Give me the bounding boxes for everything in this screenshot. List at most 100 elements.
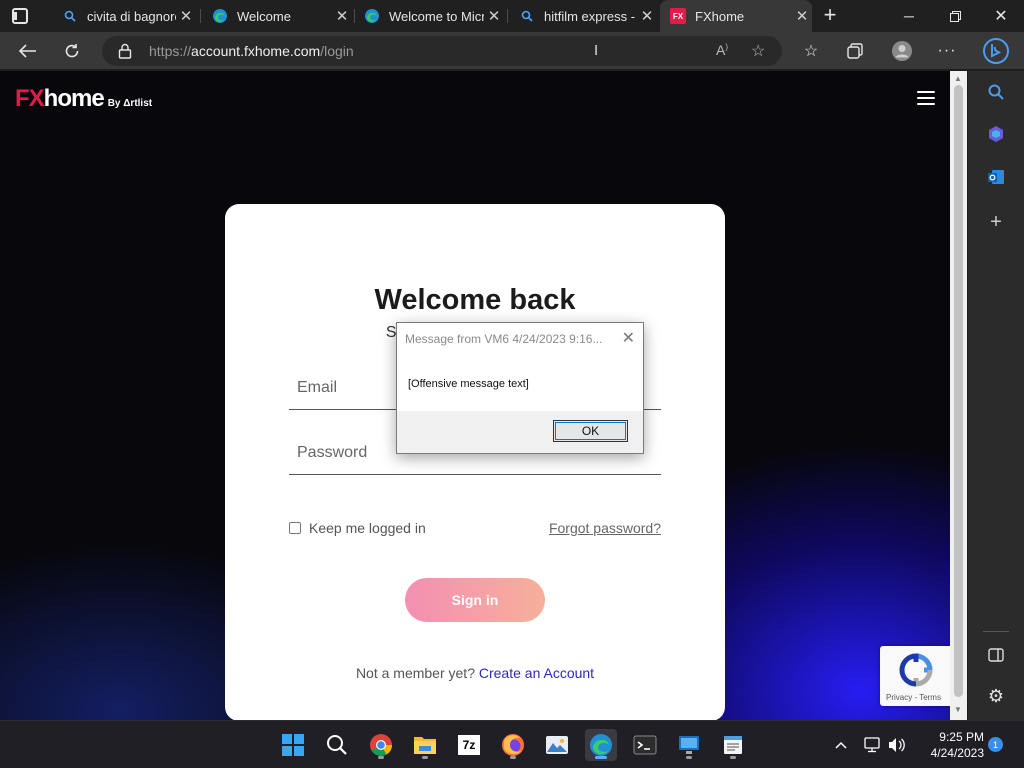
firefox-icon[interactable] — [497, 729, 529, 761]
edge-icon — [364, 8, 380, 24]
close-tab-icon[interactable]: ✕ — [332, 7, 352, 25]
notification-badge[interactable]: 1 — [988, 737, 1003, 752]
minimize-button[interactable]: ─ — [886, 0, 932, 32]
tab-civita[interactable]: civita di bagnoregio ✕ — [52, 0, 196, 32]
more-menu-icon[interactable]: ··· — [931, 32, 963, 70]
sidebar-divider — [983, 631, 1009, 632]
windows-taskbar: 7z 9:25 PM 4/24/2023 1 — [0, 720, 1024, 768]
close-tab-icon[interactable]: ✕ — [484, 7, 504, 25]
refresh-button[interactable] — [56, 32, 88, 70]
search-icon — [519, 8, 535, 24]
tab-fxhome[interactable]: FX FXhome ✕ — [660, 0, 812, 32]
scroll-up-icon[interactable]: ▲ — [954, 74, 962, 83]
start-button[interactable] — [277, 729, 309, 761]
url-domain: account.fxhome.com — [191, 43, 321, 59]
taskbar-search-icon[interactable] — [321, 729, 353, 761]
ok-button[interactable]: OK — [553, 420, 628, 442]
outlook-icon[interactable] — [985, 166, 1007, 188]
bing-chat-icon[interactable] — [980, 32, 1012, 70]
tab-title: Welcome to Microsoft Edge — [389, 8, 484, 24]
email-placeholder: Email — [297, 379, 338, 396]
login-card: Welcome back Si Email Password Keep me l… — [225, 204, 725, 720]
browser-toolbar: https://account.fxhome.com/login I A) ☆ … — [0, 32, 1024, 70]
tab-title: FXhome — [695, 8, 745, 24]
restore-button[interactable] — [932, 0, 978, 32]
lock-icon[interactable] — [118, 43, 132, 64]
search-icon — [62, 8, 78, 24]
file-explorer-icon[interactable] — [409, 729, 441, 761]
read-aloud-icon[interactable]: A) — [716, 42, 728, 58]
page-title: Welcome back — [374, 284, 576, 316]
close-icon[interactable]: ✕ — [622, 328, 635, 348]
shopping-icon[interactable] — [985, 123, 1007, 145]
scroll-down-icon[interactable]: ▼ — [954, 705, 962, 714]
tab-title: Welcome — [237, 8, 291, 24]
new-tab-button[interactable]: + — [818, 4, 842, 28]
sign-in-button[interactable]: Sign in — [405, 578, 545, 622]
signup-prompt: Not a member yet? Create an Account — [225, 665, 725, 681]
password-placeholder: Password — [297, 444, 368, 461]
fxhome-icon: FX — [670, 8, 686, 24]
remote-desktop-icon[interactable] — [673, 729, 705, 761]
url-text: https://account.fxhome.com/login — [149, 43, 354, 59]
dialog-title: Message from VM6 4/24/2023 9:16... — [405, 332, 603, 346]
edge-sidebar: + ⚙ — [967, 71, 1024, 720]
tab-welcome[interactable]: Welcome ✕ — [202, 0, 352, 32]
chevron-up-icon[interactable] — [831, 735, 851, 755]
7zip-icon[interactable]: 7z — [453, 729, 485, 761]
recaptcha-icon — [899, 653, 933, 687]
terminal-icon[interactable] — [629, 729, 661, 761]
edge-icon — [212, 8, 228, 24]
volume-icon[interactable] — [887, 735, 907, 755]
profile-avatar[interactable] — [886, 32, 918, 70]
text-cursor-icon: I — [594, 42, 599, 59]
keep-logged-in-checkbox[interactable] — [289, 522, 301, 534]
split-screen-icon[interactable] — [985, 644, 1007, 666]
tab-hitfilm[interactable]: hitfilm express - ✕ — [509, 0, 657, 32]
logo-home: home — [43, 85, 105, 112]
notepad-icon[interactable] — [717, 729, 749, 761]
tab-welcome-edge[interactable]: Welcome to Microsoft Edge ✕ — [354, 0, 504, 32]
tab-title: civita di bagnoregio — [87, 8, 176, 24]
close-tab-icon[interactable]: ✕ — [176, 7, 196, 25]
settings-icon[interactable]: ⚙ — [985, 685, 1007, 707]
tab-strip: civita di bagnoregio ✕ Welcome ✕ Welcome… — [0, 0, 1024, 32]
fxhome-logo[interactable]: FX home By Δrtlist — [15, 85, 152, 113]
tab-actions-icon[interactable] — [12, 8, 28, 24]
favorite-add-icon[interactable]: ☆ — [751, 41, 765, 61]
logo-fx: FX — [15, 85, 45, 112]
chrome-icon[interactable] — [365, 729, 397, 761]
scrollbar-thumb[interactable] — [954, 85, 963, 697]
menu-icon[interactable] — [917, 91, 935, 105]
edge-taskbar-icon[interactable] — [585, 729, 617, 761]
forgot-password-link[interactable]: Forgot password? — [549, 520, 661, 536]
clock-time: 9:25 PM — [939, 730, 984, 744]
collections-icon[interactable] — [839, 32, 871, 70]
dialog-message: [Offensive message text] — [408, 378, 529, 390]
recaptcha-links[interactable]: Privacy - Terms — [886, 693, 941, 702]
close-window-button[interactable]: ✕ — [978, 0, 1024, 32]
create-account-link[interactable]: Create an Account — [479, 665, 594, 681]
system-clock[interactable]: 9:25 PM 4/24/2023 — [916, 729, 984, 761]
keep-logged-in-label: Keep me logged in — [309, 520, 426, 536]
recaptcha-badge[interactable]: Privacy - Terms — [880, 646, 950, 706]
close-tab-icon[interactable]: ✕ — [637, 7, 657, 25]
dialog-footer: OK — [397, 411, 643, 453]
alert-dialog: Message from VM6 4/24/2023 9:16... ✕ [Of… — [396, 322, 644, 454]
search-icon[interactable] — [985, 81, 1007, 103]
close-tab-icon[interactable]: ✕ — [792, 7, 812, 25]
address-bar[interactable]: https://account.fxhome.com/login I A) ☆ — [102, 36, 782, 66]
vertical-scrollbar[interactable]: ▲ ▼ — [950, 71, 967, 720]
clock-date: 4/24/2023 — [930, 746, 984, 760]
url-scheme: https:// — [149, 43, 192, 59]
network-icon[interactable] — [863, 735, 883, 755]
tab-title: hitfilm express - — [544, 8, 636, 24]
logo-by-artlist: By Δrtlist — [107, 98, 153, 109]
keep-logged-in[interactable]: Keep me logged in — [289, 520, 426, 536]
add-icon[interactable]: + — [985, 211, 1007, 233]
back-button[interactable] — [12, 32, 44, 70]
url-path: /login — [320, 43, 354, 59]
photos-icon[interactable] — [541, 729, 573, 761]
favorites-icon[interactable]: ☆ — [795, 32, 827, 70]
not-member-text: Not a member yet? — [355, 665, 479, 681]
